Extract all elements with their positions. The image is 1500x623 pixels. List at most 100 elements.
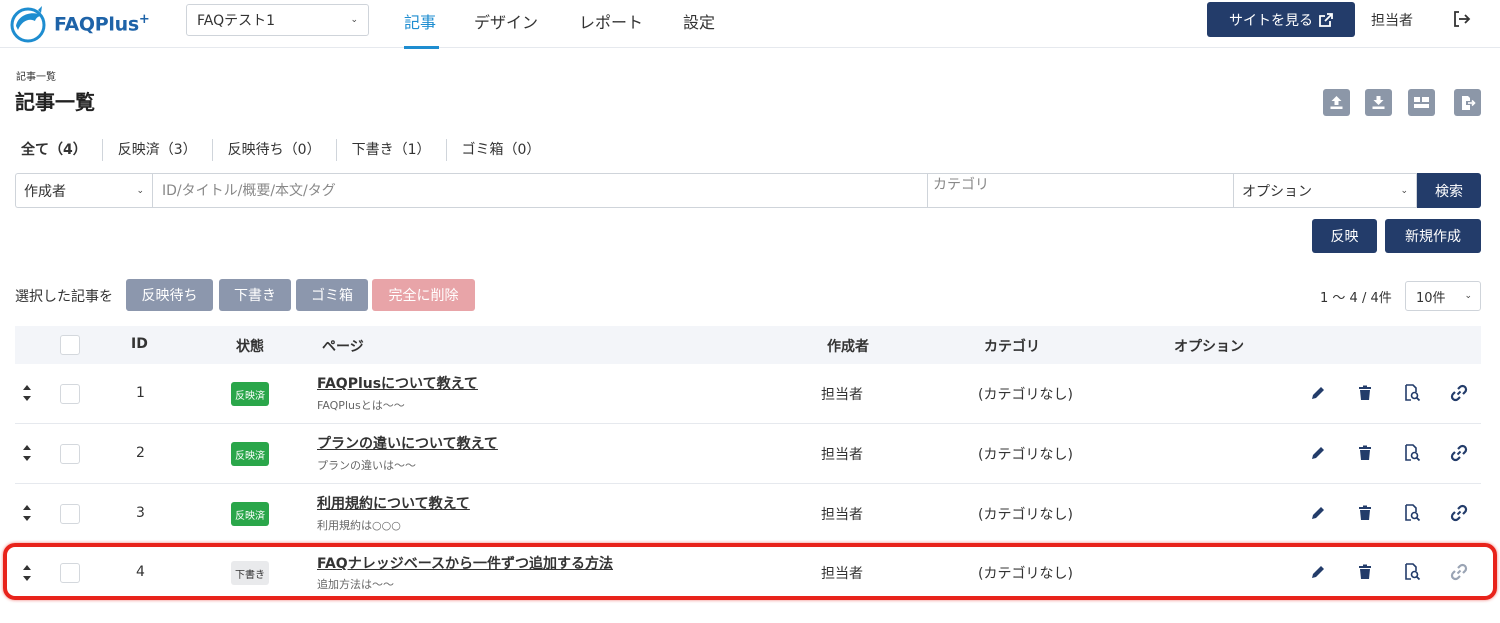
- article-title-link[interactable]: FAQPlusについて教えて: [317, 373, 478, 393]
- per-page-select[interactable]: 10件 ⌄: [1405, 281, 1481, 311]
- row-author: 担当者: [821, 387, 863, 403]
- view-site-label: サイトを見る: [1229, 12, 1313, 29]
- table-row: 2 反映済 プランの違いについて教えて プランの違いは～～ 担当者 (カテゴリな…: [15, 424, 1481, 484]
- column-category[interactable]: カテゴリ: [984, 336, 1040, 356]
- option-select-value: オプション: [1242, 183, 1312, 200]
- file-export-icon: [1461, 95, 1476, 110]
- status-tab-all[interactable]: 全て（4）: [15, 139, 102, 161]
- tab-report[interactable]: レポート: [579, 0, 643, 48]
- dolphin-logo-icon: [10, 6, 46, 43]
- tab-settings[interactable]: 設定: [683, 0, 715, 48]
- trash-icon[interactable]: [1356, 563, 1374, 581]
- status-tab-draft[interactable]: 下書き（1）: [335, 139, 446, 161]
- row-id: 4: [136, 564, 145, 580]
- row-id: 3: [136, 505, 145, 521]
- export-button[interactable]: [1454, 89, 1481, 116]
- link-icon[interactable]: [1450, 504, 1468, 522]
- trash-icon[interactable]: [1356, 384, 1374, 402]
- chevron-down-icon: ⌄: [350, 15, 358, 25]
- external-link-icon: [1319, 12, 1333, 27]
- top-navigation-bar: FAQPlus+ FAQテスト1 ⌄ 記事 デザイン レポート 設定 サイトを見…: [0, 0, 1500, 49]
- keyword-search-input[interactable]: [152, 173, 928, 208]
- row-category: (カテゴリなし): [978, 507, 1073, 523]
- site-selector-value: FAQテスト1: [197, 13, 276, 29]
- edit-pencil-icon[interactable]: [1309, 504, 1327, 522]
- article-title-link[interactable]: 利用規約について教えて: [317, 493, 470, 513]
- option-select[interactable]: オプション ⌄: [1234, 173, 1417, 208]
- bulk-trash-button[interactable]: ゴミ箱: [296, 279, 368, 311]
- article-summary: 利用規約は○○○: [317, 519, 401, 532]
- row-checkbox[interactable]: [60, 444, 80, 464]
- link-icon[interactable]: [1450, 444, 1468, 462]
- layout-button[interactable]: [1408, 89, 1435, 116]
- table-row: 4 下書き FAQナレッジベースから一件ずつ追加する方法 追加方法は～～ 担当者…: [15, 544, 1481, 604]
- tab-articles[interactable]: 記事: [404, 0, 436, 48]
- edit-pencil-icon[interactable]: [1309, 384, 1327, 402]
- publish-button[interactable]: 反映: [1312, 219, 1377, 253]
- bulk-pending-button[interactable]: 反映待ち: [126, 279, 213, 311]
- page-title: 記事一覧: [15, 90, 95, 114]
- column-author[interactable]: 作成者: [827, 336, 869, 356]
- row-author: 担当者: [821, 447, 863, 463]
- trash-icon[interactable]: [1356, 504, 1374, 522]
- sort-handle-icon[interactable]: [21, 383, 33, 403]
- preview-icon[interactable]: [1403, 444, 1421, 462]
- sort-handle-icon[interactable]: [21, 563, 33, 583]
- row-checkbox[interactable]: [60, 504, 80, 524]
- trash-icon[interactable]: [1356, 444, 1374, 462]
- row-category: (カテゴリなし): [978, 447, 1073, 463]
- row-author: 担当者: [821, 566, 863, 582]
- row-checkbox[interactable]: [60, 384, 80, 404]
- chevron-down-icon: ⌄: [1464, 291, 1472, 301]
- row-author: 担当者: [821, 507, 863, 523]
- preview-icon[interactable]: [1403, 384, 1421, 402]
- column-status[interactable]: 状態: [236, 336, 264, 356]
- table-header: ID 状態 ページ 作成者 カテゴリ オプション: [15, 326, 1481, 364]
- faqplus-logo[interactable]: FAQPlus+: [8, 4, 150, 44]
- bulk-draft-button[interactable]: 下書き: [219, 279, 291, 311]
- author-select[interactable]: 作成者 ⌄: [15, 173, 152, 208]
- link-icon[interactable]: [1450, 384, 1468, 402]
- edit-pencil-icon[interactable]: [1309, 563, 1327, 581]
- bulk-delete-button[interactable]: 完全に削除: [372, 279, 475, 311]
- select-all-checkbox[interactable]: [60, 335, 80, 355]
- bulk-action-label: 選択した記事を: [15, 289, 113, 305]
- active-tab-indicator: [404, 46, 439, 49]
- row-id: 1: [136, 385, 145, 401]
- column-page[interactable]: ページ: [322, 336, 364, 356]
- layout-icon: [1414, 97, 1429, 108]
- category-input[interactable]: [928, 173, 1234, 208]
- search-button[interactable]: 検索: [1417, 173, 1481, 208]
- status-tab-pending[interactable]: 反映待ち（0）: [211, 139, 336, 161]
- view-site-button[interactable]: サイトを見る: [1207, 2, 1355, 37]
- article-summary: 追加方法は～～: [317, 578, 394, 591]
- article-title-link[interactable]: FAQナレッジベースから一件ずつ追加する方法: [317, 553, 613, 573]
- tab-design[interactable]: デザイン: [474, 0, 538, 48]
- status-badge: 下書き: [231, 561, 269, 585]
- preview-icon[interactable]: [1403, 563, 1421, 581]
- status-tab-trash[interactable]: ゴミ箱（0）: [445, 139, 556, 161]
- row-checkbox[interactable]: [60, 563, 80, 583]
- chevron-down-icon: ⌄: [1400, 185, 1408, 196]
- edit-pencil-icon[interactable]: [1309, 444, 1327, 462]
- status-tab-published[interactable]: 反映済（3）: [101, 139, 212, 161]
- column-option[interactable]: オプション: [1174, 336, 1244, 356]
- status-filter-tabs: 全て（4） 反映済（3） 反映待ち（0） 下書き（1） ゴミ箱（0）: [15, 138, 555, 162]
- download-button[interactable]: [1365, 89, 1392, 116]
- table-row: 3 反映済 利用規約について教えて 利用規約は○○○ 担当者 (カテゴリなし): [15, 484, 1481, 544]
- breadcrumb: 記事一覧: [16, 72, 56, 83]
- row-category: (カテゴリなし): [978, 387, 1073, 403]
- user-name[interactable]: 担当者: [1371, 10, 1413, 30]
- site-selector[interactable]: FAQテスト1 ⌄: [186, 4, 369, 36]
- column-id[interactable]: ID: [131, 336, 148, 352]
- new-article-button[interactable]: 新規作成: [1385, 219, 1481, 253]
- preview-icon[interactable]: [1403, 504, 1421, 522]
- sort-handle-icon[interactable]: [21, 443, 33, 463]
- upload-button[interactable]: [1323, 89, 1350, 116]
- upload-icon: [1330, 96, 1343, 109]
- download-icon: [1372, 96, 1385, 109]
- article-title-link[interactable]: プランの違いについて教えて: [317, 433, 498, 453]
- sort-handle-icon[interactable]: [21, 503, 33, 523]
- article-summary: FAQPlusとは～～: [317, 399, 405, 412]
- logout-icon[interactable]: [1452, 10, 1472, 28]
